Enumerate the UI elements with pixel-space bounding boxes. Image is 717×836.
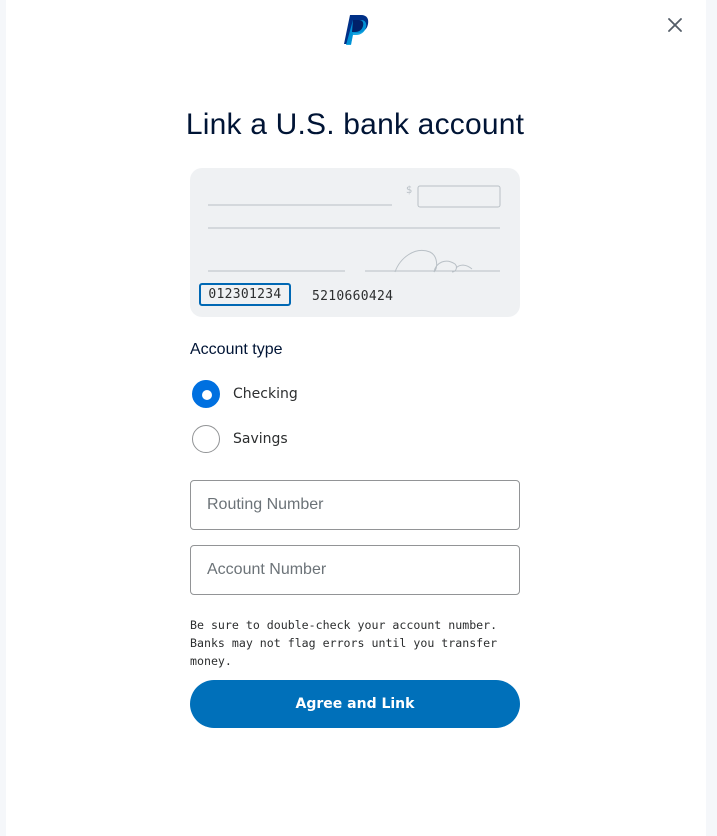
savings-radio[interactable]: [192, 425, 220, 453]
routing-number-input[interactable]: [191, 481, 519, 529]
account-type-label: Account type: [190, 341, 283, 358]
checking-label: Checking: [233, 386, 298, 402]
checking-radio[interactable]: [192, 380, 220, 408]
check-illustration: $ 012301234 5210660424: [190, 168, 520, 317]
account-number-input[interactable]: [191, 546, 519, 594]
radio-option-savings[interactable]: Savings: [192, 425, 288, 453]
close-button[interactable]: [662, 12, 688, 38]
agree-and-link-button[interactable]: Agree and Link: [190, 680, 520, 728]
double-check-note: Be sure to double-check your account num…: [190, 618, 498, 668]
currency-symbol: $: [406, 185, 413, 196]
paypal-logo-icon: [341, 14, 371, 46]
page-title: Link a U.S. bank account: [185, 108, 525, 141]
check-account-number: 5210660424: [312, 289, 394, 304]
account-number-field: [190, 545, 520, 595]
routing-number-field: [190, 480, 520, 530]
check-routing-number: 012301234: [199, 283, 291, 306]
close-icon: [668, 18, 682, 32]
savings-label: Savings: [233, 431, 288, 447]
radio-option-checking[interactable]: Checking: [192, 380, 298, 408]
